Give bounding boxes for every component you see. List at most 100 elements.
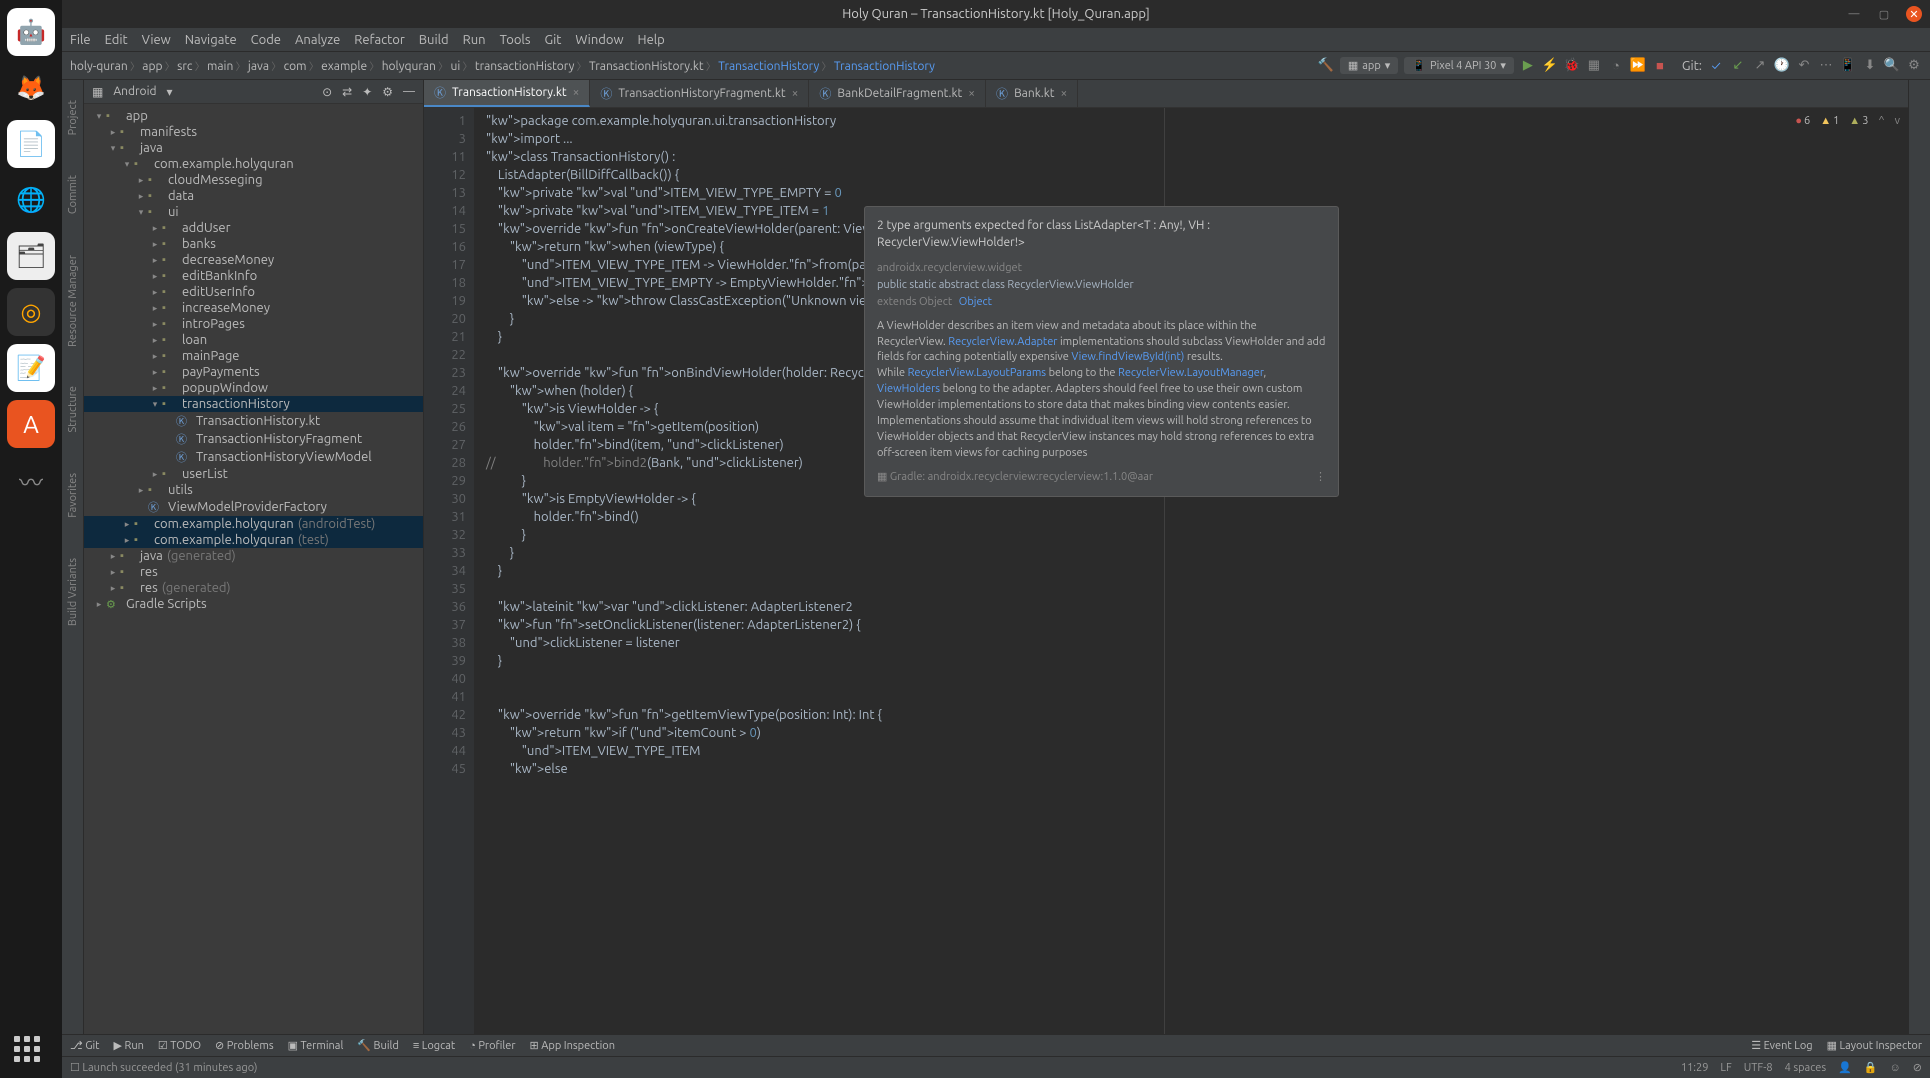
avd-icon[interactable]: 📱 [1840, 58, 1856, 74]
tree-item[interactable]: ▸▪res(generated) [84, 580, 423, 596]
tree-item[interactable]: ⓀTransactionHistoryFragment [84, 430, 423, 448]
bottom-tool-logcat[interactable]: ≡ Logcat [413, 1040, 455, 1052]
tab-close-icon[interactable]: × [1061, 87, 1068, 100]
bottom-tool-profiler[interactable]: ◔ Profiler [469, 1040, 515, 1052]
tree-item[interactable]: ▾▪transactionHistory [84, 396, 423, 412]
menu-build[interactable]: Build [419, 33, 449, 47]
crumb[interactable]: com [284, 60, 307, 73]
hammer-icon[interactable]: 🔨 [1318, 58, 1334, 74]
tree-item[interactable]: ▸▪addUser [84, 220, 423, 236]
tree-item[interactable]: ▾▪app [84, 108, 423, 124]
tree-item[interactable]: ▸▪decreaseMoney [84, 252, 423, 268]
minimize-button[interactable]: — [1846, 6, 1862, 22]
settings-icon[interactable]: ⚙ [1906, 58, 1922, 74]
menu-file[interactable]: File [70, 33, 91, 47]
tree-item[interactable]: ▾▪ui [84, 204, 423, 220]
git-rollback-icon[interactable]: ↶ [1796, 58, 1812, 74]
menu-view[interactable]: View [142, 33, 171, 47]
status-icon[interactable]: 👤 [1838, 1061, 1852, 1074]
popup-more-icon[interactable]: ⋮ [1315, 470, 1326, 486]
attach-debugger-icon[interactable]: ⏩ [1630, 58, 1646, 74]
crumb[interactable]: holy-quran [70, 60, 128, 73]
code-editor[interactable]: ●6 ▲1 ▲3 ^v 1311121314151617181920212223… [424, 108, 1908, 1034]
tool-structure[interactable]: Structure [67, 386, 79, 433]
tree-item[interactable]: ▸▪res [84, 564, 423, 580]
bottom-tool-git[interactable]: ⎇ Git [70, 1039, 99, 1052]
menu-navigate[interactable]: Navigate [185, 33, 237, 47]
tree-item[interactable]: ▸▪java(generated) [84, 548, 423, 564]
toolbar-more-icon[interactable]: ⋯ [1818, 58, 1834, 74]
status-icon[interactable]: ☺ [1890, 1062, 1901, 1074]
tool-resource-manager[interactable]: Resource Manager [67, 255, 79, 347]
dock-apps-grid-icon[interactable] [14, 1036, 40, 1062]
crumb[interactable]: java [248, 60, 269, 73]
tool-project[interactable]: Project [67, 100, 79, 135]
bottom-tool-problems[interactable]: ⊘ Problems [215, 1039, 274, 1052]
bottom-tool-event-log[interactable]: ☰ Event Log [1751, 1039, 1812, 1052]
bottom-tool-run[interactable]: ▶ Run [113, 1039, 143, 1052]
menu-git[interactable]: Git [544, 33, 561, 47]
menu-help[interactable]: Help [638, 33, 665, 47]
crumb[interactable]: main [207, 60, 233, 73]
menu-analyze[interactable]: Analyze [295, 33, 340, 47]
tab-close-icon[interactable]: × [968, 87, 975, 100]
tree-item[interactable]: ⓀTransactionHistory.kt [84, 412, 423, 430]
editor-tab[interactable]: ⓀBankDetailFragment.kt× [809, 80, 986, 107]
tree-item[interactable]: ▸▪cloudMesseging [84, 172, 423, 188]
tab-close-icon[interactable]: × [792, 87, 799, 100]
dock-files-icon[interactable]: 🗂 [7, 232, 55, 280]
tree-item[interactable]: ▸▪payPayments [84, 364, 423, 380]
project-view-header[interactable]: ▦Android▾ ⊙⇄✦⚙— [84, 80, 423, 104]
menu-window[interactable]: Window [575, 33, 623, 47]
tree-item[interactable]: ▸▪userList [84, 466, 423, 482]
crumb[interactable]: TransactionHistory [834, 60, 935, 73]
tree-gradle[interactable]: ▸⚙Gradle Scripts [84, 596, 423, 612]
tree-item[interactable]: ▾▪com.example.holyquran [84, 156, 423, 172]
tree-item[interactable]: ▸▪editUserInfo [84, 284, 423, 300]
tree-item[interactable]: ⓀViewModelProviderFactory [84, 498, 423, 516]
status-item[interactable]: 11:29 [1681, 1062, 1709, 1074]
crumb[interactable]: app [142, 60, 162, 73]
tree-item[interactable]: ⓀTransactionHistoryViewModel [84, 448, 423, 466]
editor-tab[interactable]: ⓀBank.kt× [986, 80, 1078, 107]
apply-changes-icon[interactable]: ⚡ [1542, 58, 1558, 74]
bottom-tool-terminal[interactable]: ▣ Terminal [288, 1039, 344, 1052]
tree-item[interactable]: ▸▪mainPage [84, 348, 423, 364]
device-selector[interactable]: 📱 Pixel 4 API 30 ▾ [1404, 57, 1514, 74]
coverage-icon[interactable]: ▦ [1586, 58, 1602, 74]
crumb[interactable]: holyquran [382, 60, 436, 73]
stop-icon[interactable]: ■ [1652, 58, 1668, 74]
close-button[interactable]: ✕ [1906, 6, 1922, 22]
menu-refactor[interactable]: Refactor [354, 33, 405, 47]
tool-commit[interactable]: Commit [67, 175, 79, 214]
maximize-button[interactable]: ▢ [1876, 6, 1892, 22]
crumb[interactable]: TransactionHistory [718, 60, 819, 73]
editor-tab[interactable]: ⓀTransactionHistoryFragment.kt× [590, 80, 809, 107]
tree-item[interactable]: ▸▪utils [84, 482, 423, 498]
bottom-tool-build[interactable]: 🔨 Build [357, 1039, 398, 1052]
dock-text-icon[interactable]: 📄 [7, 120, 55, 168]
git-update-icon[interactable]: ✓ [1708, 58, 1724, 74]
git-history-icon[interactable]: 🕐 [1774, 58, 1790, 74]
crumb[interactable]: src [177, 60, 192, 73]
tree-item[interactable]: ▸▪com.example.holyquran(test) [84, 532, 423, 548]
crumb[interactable]: example [321, 60, 367, 73]
tree-item[interactable]: ▸▪loan [84, 332, 423, 348]
sdk-icon[interactable]: ⬇ [1862, 58, 1878, 74]
bottom-tool-app-inspection[interactable]: ⊞ App Inspection [530, 1039, 615, 1052]
menu-run[interactable]: Run [463, 33, 486, 47]
status-icon[interactable]: ⊘ [1913, 1061, 1922, 1074]
tree-item[interactable]: ▸▪manifests [84, 124, 423, 140]
dock-chrome-icon[interactable]: 🌐 [7, 176, 55, 224]
tree-item[interactable]: ▸▪popupWindow [84, 380, 423, 396]
dock-rhythmbox-icon[interactable]: ◎ [7, 288, 55, 336]
tree-item[interactable]: ▾▪java [84, 140, 423, 156]
search-icon[interactable]: 🔍 [1884, 58, 1900, 74]
tree-item[interactable]: ▸▪banks [84, 236, 423, 252]
menu-tools[interactable]: Tools [500, 33, 531, 47]
dock-software-icon[interactable]: A [7, 400, 55, 448]
tool-build-variants[interactable]: Build Variants [67, 558, 79, 626]
crumb[interactable]: transactionHistory [475, 60, 575, 73]
tool-favorites[interactable]: Favorites [67, 473, 79, 518]
dock-firefox-icon[interactable]: 🦊 [7, 64, 55, 112]
